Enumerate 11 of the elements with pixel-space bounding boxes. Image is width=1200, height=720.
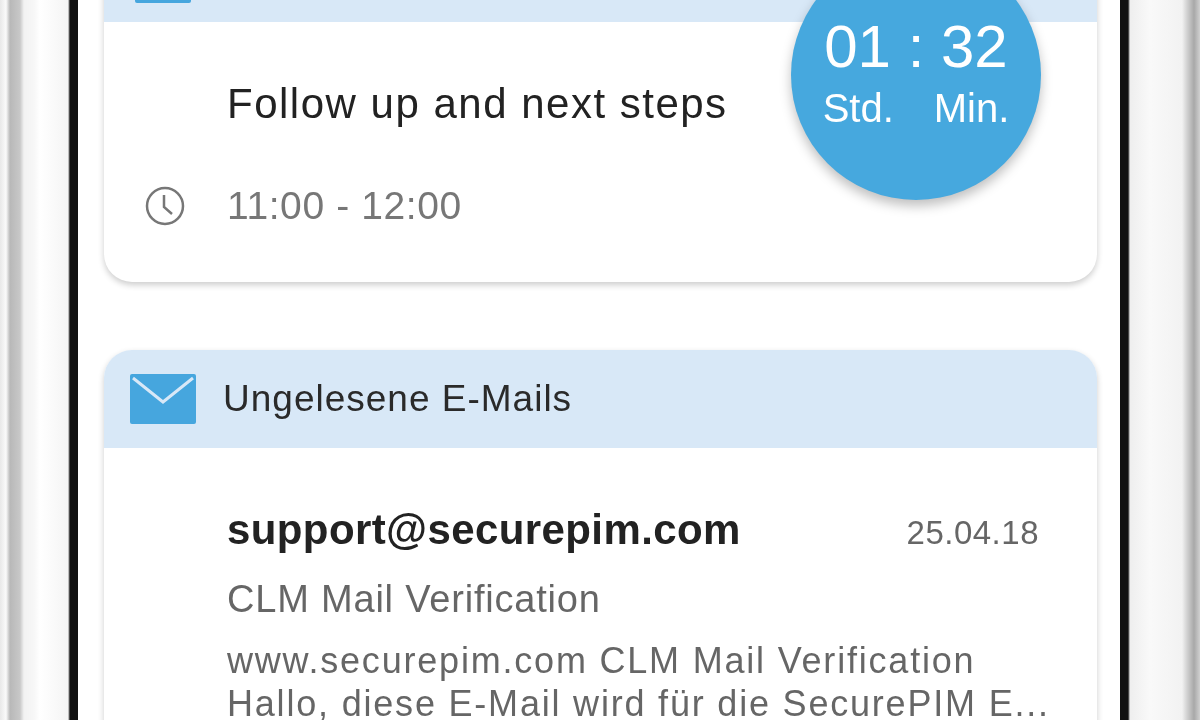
card-title: Ungelesene E-Mails	[223, 378, 573, 420]
appointment-time: 11:00 - 12:00	[227, 184, 462, 228]
email-sender: support@securepim.com	[227, 506, 741, 554]
email-subject: CLM Mail Verification	[227, 578, 602, 621]
email-date: 25.04.18	[906, 514, 1039, 552]
envelope-icon	[130, 374, 196, 424]
minutes-label: Min.	[933, 86, 1010, 131]
appointment-title: Follow up and next steps	[227, 80, 728, 128]
hours-label: Std.	[822, 86, 894, 131]
timer-value: 01 : 32	[824, 14, 1008, 80]
clock-icon	[144, 185, 186, 227]
